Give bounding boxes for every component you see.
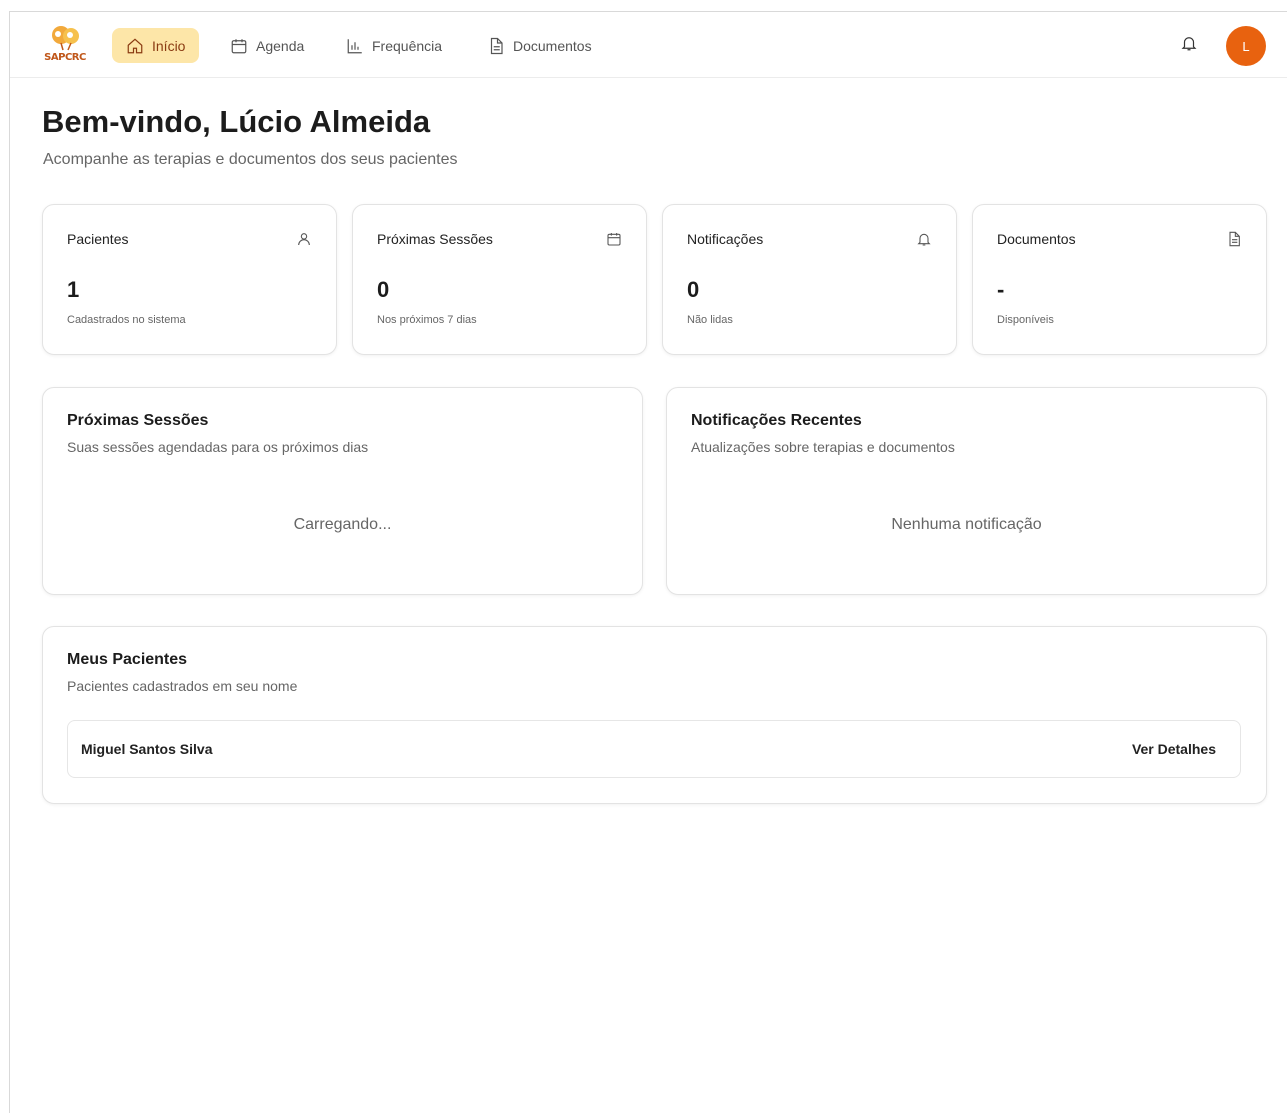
nav-inicio[interactable]: Início <box>112 28 200 63</box>
stat-note: Nos próximos 7 dias <box>377 314 477 326</box>
stat-value: - <box>997 277 1005 302</box>
stat-value: 0 <box>687 277 700 302</box>
calendar-icon <box>231 38 247 53</box>
stat-note: Cadastrados no sistema <box>67 314 186 326</box>
user-icon <box>296 231 312 247</box>
stat-label: Pacientes <box>67 231 129 247</box>
empty-state-text: Nenhuma notificação <box>891 516 1042 533</box>
sessions-panel: Próximas Sessões Suas sessões agendadas … <box>42 387 643 595</box>
nav-documentos-label: Documentos <box>513 37 592 54</box>
patients-panel: Meus Pacientes Pacientes cadastrados em … <box>42 626 1267 804</box>
bell-icon <box>1181 37 1197 51</box>
app-window: SAPCRC Início Agenda Frequência Document… <box>9 11 1287 1113</box>
panel-subtitle: Atualizações sobre terapias e documentos <box>691 439 955 455</box>
stat-value: 1 <box>67 277 80 302</box>
panel-title: Notificações Recentes <box>691 412 862 429</box>
stat-label: Documentos <box>997 231 1076 247</box>
nav-frequencia[interactable]: Frequência <box>332 28 456 63</box>
loading-text: Carregando... <box>293 516 392 533</box>
nav-inicio-label: Início <box>152 37 186 54</box>
patient-row: Miguel Santos Silva Ver Detalhes <box>67 720 1241 778</box>
stat-note: Disponíveis <box>997 314 1054 326</box>
logo-text: SAPCRC <box>44 52 86 63</box>
panel-subtitle: Pacientes cadastrados em seu nome <box>67 678 298 694</box>
stat-value: 0 <box>377 277 390 302</box>
stat-card-documentos: Documentos - Disponíveis <box>972 204 1267 355</box>
page-subtitle: Acompanhe as terapias e documentos dos s… <box>43 151 458 168</box>
user-avatar[interactable]: L <box>1226 26 1266 66</box>
home-icon <box>127 37 143 53</box>
nav-documentos[interactable]: Documentos <box>473 28 606 63</box>
panel-title: Meus Pacientes <box>67 651 188 668</box>
notifications-panel: Notificações Recentes Atualizações sobre… <box>666 387 1267 595</box>
nav-agenda-label: Agenda <box>256 37 305 54</box>
nav-agenda[interactable]: Agenda <box>216 28 318 63</box>
stat-card-proximas-sessoes: Próximas Sessões 0 Nos próximos 7 dias <box>352 204 647 355</box>
stat-note: Não lidas <box>687 314 733 326</box>
top-navigation: SAPCRC Início Agenda Frequência Document… <box>10 12 1287 78</box>
stat-label: Próximas Sessões <box>377 231 493 247</box>
bar-chart-icon <box>347 38 362 53</box>
logo[interactable]: SAPCRC <box>41 24 89 66</box>
document-icon <box>1226 231 1242 247</box>
stat-card-notificacoes: Notificações 0 Não lidas <box>662 204 957 355</box>
panel-subtitle: Suas sessões agendadas para os próximos … <box>67 439 369 455</box>
panel-title: Próximas Sessões <box>67 412 209 429</box>
bell-icon <box>916 231 932 247</box>
notifications-button[interactable] <box>1180 34 1202 56</box>
nav-frequencia-label: Frequência <box>372 37 443 54</box>
calendar-icon <box>606 231 622 247</box>
page-title: Bem-vindo, Lúcio Almeida <box>42 104 431 139</box>
document-icon <box>490 37 503 54</box>
patient-name: Miguel Santos Silva <box>81 741 213 757</box>
stat-card-pacientes: Pacientes 1 Cadastrados no sistema <box>42 204 337 355</box>
stat-label: Notificações <box>687 231 764 247</box>
view-details-button[interactable]: Ver Detalhes <box>1132 741 1216 757</box>
